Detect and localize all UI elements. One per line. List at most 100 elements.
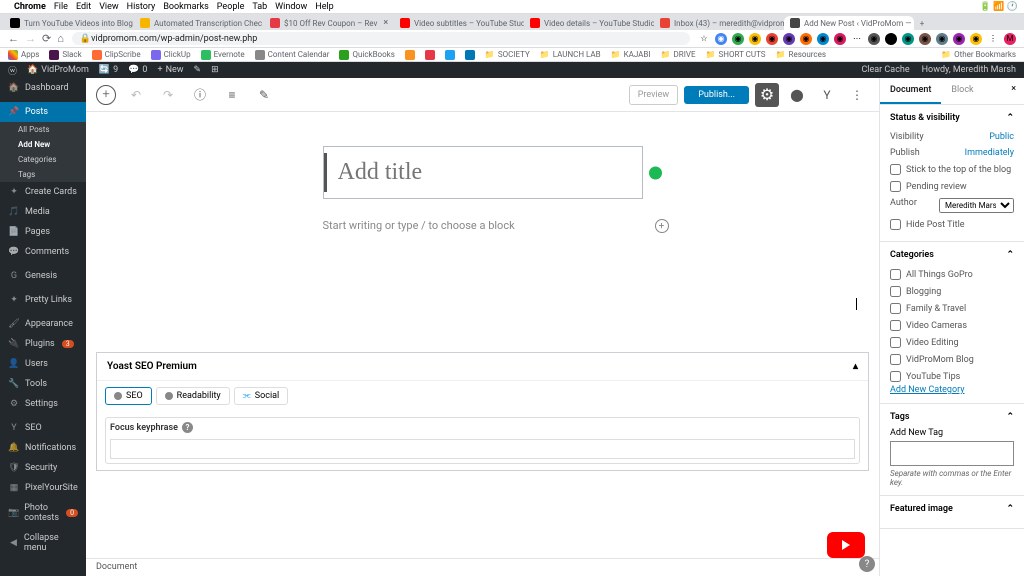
sidebar-posts[interactable]: 📌Posts — [0, 102, 86, 122]
chevron-up-icon[interactable]: ⌃ — [1006, 412, 1014, 422]
grammarly-icon[interactable] — [649, 166, 662, 179]
sidebar-cards[interactable]: ✦Create Cards — [0, 182, 86, 202]
editor-area: + ↶ ↷ ⓘ ≡ ✎ Preview Publish... ⚙ ⬤ Y ⋮ S… — [86, 78, 879, 576]
sidebar-categories[interactable]: Categories — [0, 152, 86, 167]
youtube-subscribe[interactable] — [827, 532, 865, 558]
sidebar-tools[interactable]: 🔧Tools — [0, 374, 86, 394]
title-block[interactable] — [323, 146, 643, 199]
chevron-up-icon[interactable]: ⌃ — [1006, 250, 1014, 260]
bookmarks-bar: Apps Slack ClipScribe ClickUp Evernote C… — [0, 48, 1024, 62]
other-bookmarks[interactable]: 📁Other Bookmarks — [941, 50, 1016, 59]
pending-checkbox[interactable]: Pending review — [890, 178, 1014, 195]
sidebar-appearance[interactable]: 🖌Appearance — [0, 314, 86, 334]
tab-6[interactable]: Add New Post ‹ VidProMom —× — [784, 16, 914, 30]
paragraph-block[interactable]: Start writing or type / to choose a bloc… — [323, 219, 643, 232]
menubar-status: 🔋 📶 🕐 — [980, 2, 1018, 12]
tags-input[interactable] — [890, 441, 1014, 466]
chevron-up-icon[interactable]: ⌃ — [1006, 504, 1014, 514]
author-select[interactable]: Meredith Marsh — [939, 198, 1014, 213]
tab-1[interactable]: Automated Transcription Chec× — [134, 16, 264, 30]
publish-date-link[interactable]: Immediately — [965, 148, 1014, 158]
yoast-collapse[interactable]: ▴ — [853, 361, 858, 372]
sidebar-media[interactable]: 🎵Media — [0, 202, 86, 222]
sidebar-allposts[interactable]: All Posts — [0, 122, 86, 137]
wp-admin-bar: ⓦ 🏠 VidProMom 🔄 9 💬 0 + New ✎ ⊞ Clear Ca… — [0, 62, 1024, 78]
editor-toolbar: + ↶ ↷ ⓘ ≡ ✎ Preview Publish... ⚙ ⬤ Y ⋮ — [86, 78, 879, 112]
settings-button[interactable]: ⚙ — [755, 83, 779, 107]
sidebar-settings[interactable]: ⚙Settings — [0, 394, 86, 414]
apps-button[interactable]: Apps — [8, 50, 39, 60]
address-bar: ← → ⟳ ⌂ 🔒 vidpromom.com/wp-admin/post-ne… — [0, 30, 1024, 48]
yoast-icon[interactable]: Y — [815, 83, 839, 107]
home-button[interactable]: ⌂ — [57, 32, 64, 45]
sidebar-users[interactable]: 👤Users — [0, 354, 86, 374]
sidebar-tags[interactable]: Tags — [0, 167, 86, 182]
sidebar-pixel[interactable]: ▦PixelYourSite — [0, 478, 86, 498]
tab-3[interactable]: Video subtitles – YouTube Studio× — [394, 16, 524, 30]
jetpack-icon[interactable]: ⬤ — [785, 83, 809, 107]
wp-sidebar: 🏠Dashboard 📌Posts All Posts Add New Cate… — [0, 78, 86, 576]
preview-button[interactable]: Preview — [629, 85, 678, 105]
sidebar-genesis[interactable]: GGenesis — [0, 266, 86, 286]
chevron-up-icon[interactable]: ⌃ — [1006, 113, 1014, 123]
help-icon[interactable]: ? — [182, 422, 193, 433]
add-block-inline[interactable]: + — [655, 219, 669, 233]
block-tab[interactable]: Block — [941, 78, 983, 104]
editor-footer[interactable]: Document — [86, 558, 879, 576]
add-block-button[interactable]: + — [96, 85, 116, 105]
more-button[interactable]: ⋮ — [845, 83, 869, 107]
new-content[interactable]: + New — [157, 65, 183, 75]
sidebar-photo[interactable]: 📷Photo contests0 — [0, 498, 86, 528]
sidebar-addnew[interactable]: Add New — [0, 137, 86, 152]
url-field[interactable]: 🔒 vidpromom.com/wp-admin/post-new.php — [72, 32, 690, 45]
tab-0[interactable]: Turn YouTube Videos into Blog× — [4, 16, 134, 30]
sidebar-notifications[interactable]: 🔔Notifications — [0, 438, 86, 458]
title-input[interactable] — [338, 159, 628, 186]
undo-button[interactable]: ↶ — [124, 83, 148, 107]
outline-button[interactable]: ≡ — [220, 83, 244, 107]
publish-button[interactable]: Publish... — [684, 86, 749, 104]
new-tab-button[interactable]: + — [914, 16, 930, 30]
sidebar-plugins[interactable]: 🔌Plugins3 — [0, 334, 86, 354]
wp-logo[interactable]: ⓦ — [8, 64, 17, 77]
settings-panel: Document Block × Status & visibility⌃ Vi… — [879, 78, 1024, 576]
visibility-link[interactable]: Public — [989, 132, 1014, 142]
document-tab[interactable]: Document — [880, 78, 941, 104]
help-bubble[interactable]: ? — [859, 556, 875, 572]
app-name[interactable]: Chrome — [14, 2, 46, 12]
sidebar-pretty[interactable]: ✦Pretty Links — [0, 290, 86, 310]
howdy-user[interactable]: Howdy, Meredith Marsh — [922, 65, 1016, 75]
sidebar-seo[interactable]: YSEO — [0, 418, 86, 438]
text-cursor — [856, 298, 857, 310]
macos-menubar: Chrome File Edit View History Bookmarks … — [0, 0, 1024, 14]
keyphrase-input[interactable] — [110, 439, 855, 459]
tab-2[interactable]: $10 Off Rev Coupon – Rev× — [264, 16, 394, 30]
sticky-checkbox[interactable]: Stick to the top of the blog — [890, 161, 1014, 178]
sidebar-dashboard[interactable]: 🏠Dashboard — [0, 78, 86, 98]
info-button[interactable]: ⓘ — [188, 83, 212, 107]
extension-icons[interactable]: ☆◉◉◉◉◉◉◉◉⋯◉◉◉◉◉◉◉⋮M — [698, 33, 1016, 45]
yoast-social-tab[interactable]: ⫘Social — [234, 387, 289, 405]
tab-4[interactable]: Video details – YouTube Studio× — [524, 16, 654, 30]
add-category-link[interactable]: Add New Category — [890, 385, 1014, 395]
hide-title-checkbox[interactable]: Hide Post Title — [890, 216, 1014, 233]
redo-button[interactable]: ↷ — [156, 83, 180, 107]
updates[interactable]: 🔄 9 — [99, 65, 118, 75]
yoast-metabox: Yoast SEO Premium▴ SEO Readability ⫘Soci… — [96, 352, 869, 471]
forward-button[interactable]: → — [25, 32, 36, 45]
close-panel[interactable]: × — [1003, 78, 1024, 104]
yoast-readability-tab[interactable]: Readability — [156, 387, 230, 405]
yoast-seo-tab[interactable]: SEO — [105, 387, 152, 405]
sidebar-collapse[interactable]: ◀Collapse menu — [0, 528, 86, 558]
comments-count[interactable]: 💬 0 — [128, 65, 147, 75]
sidebar-pages[interactable]: 📄Pages — [0, 222, 86, 242]
back-button[interactable]: ← — [8, 32, 19, 45]
sidebar-comments[interactable]: 💬Comments — [0, 242, 86, 262]
clear-cache[interactable]: Clear Cache — [861, 65, 909, 75]
edit-button[interactable]: ✎ — [252, 83, 276, 107]
tab-5[interactable]: Inbox (43) – meredith@vidprom× — [654, 16, 784, 30]
reload-button[interactable]: ⟳ — [42, 32, 51, 45]
browser-tabs: Turn YouTube Videos into Blog× Automated… — [0, 14, 1024, 30]
site-name[interactable]: 🏠 VidProMom — [27, 65, 89, 75]
sidebar-security[interactable]: 🛡Security — [0, 458, 86, 478]
